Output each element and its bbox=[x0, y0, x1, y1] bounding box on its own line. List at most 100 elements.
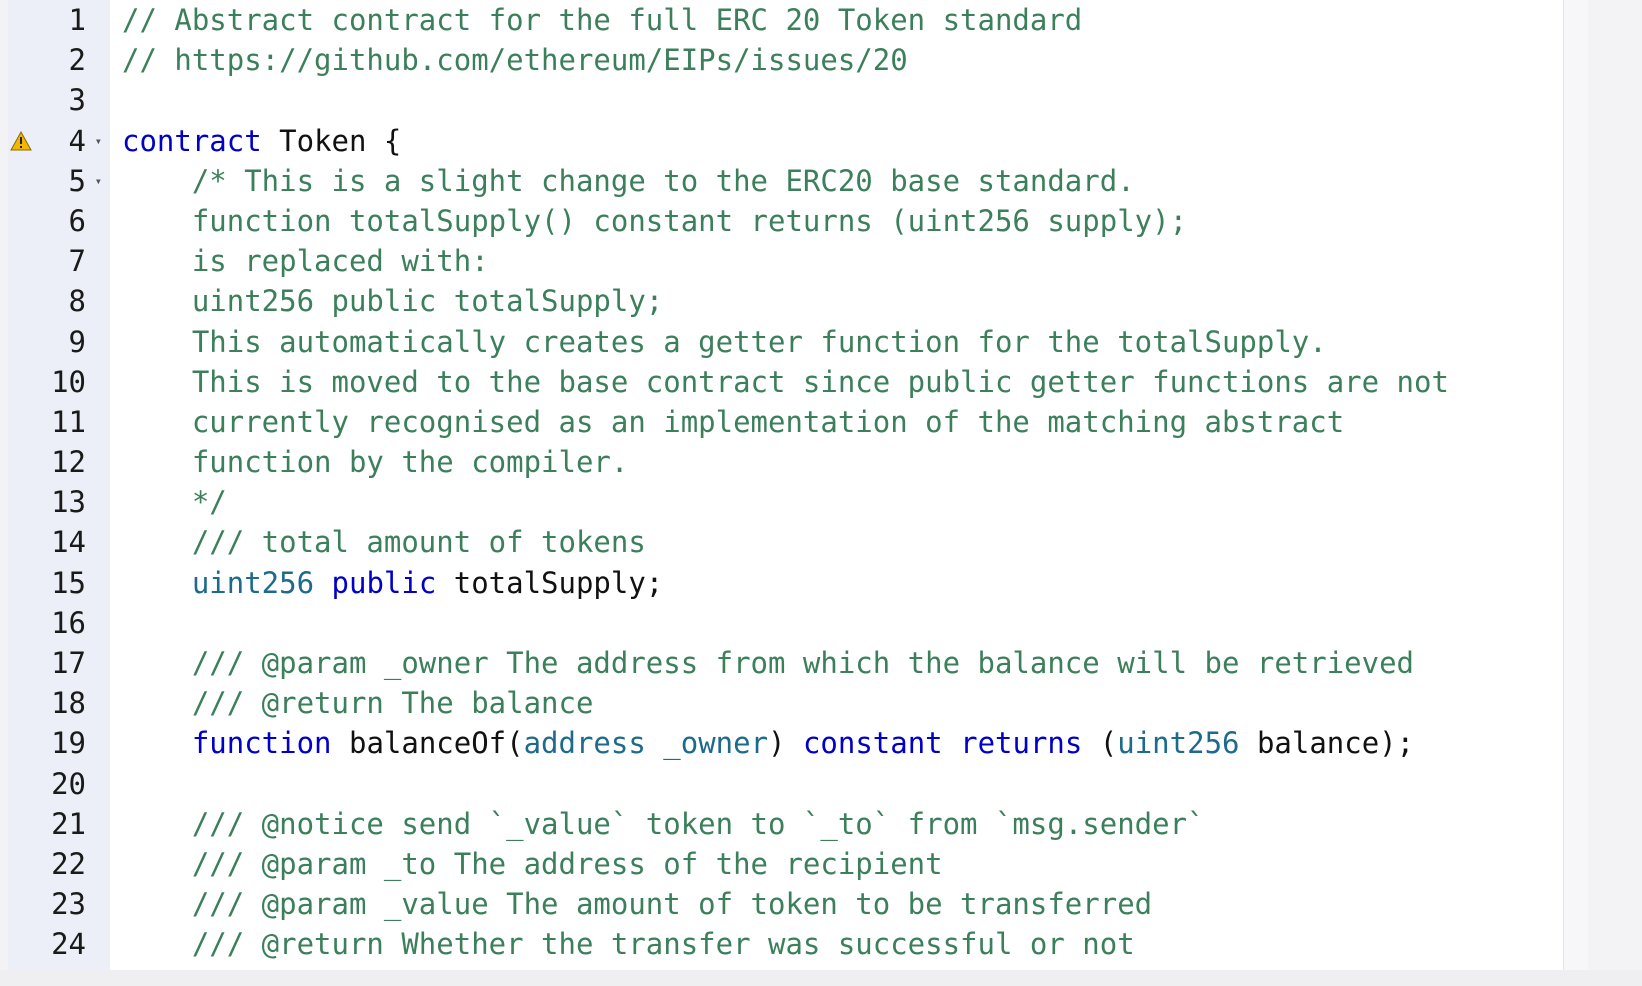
code-token-comment: This is moved to the base contract since… bbox=[122, 364, 1449, 399]
code-token-comment: /// @param _value The amount of token to… bbox=[122, 887, 1153, 922]
code-token-comment: /// @return The balance bbox=[122, 686, 594, 721]
gutter-line: 13 bbox=[8, 482, 110, 522]
gutter-line: 22 bbox=[8, 844, 110, 884]
line-number: 23 bbox=[51, 887, 86, 922]
code-line[interactable]: /// @param _owner The address from which… bbox=[122, 643, 1588, 683]
code-token-text: ) bbox=[768, 726, 803, 761]
line-number: 24 bbox=[51, 927, 86, 962]
code-token-comment: /// @param _to The address of the recipi… bbox=[122, 846, 943, 881]
code-token-text: totalSupply; bbox=[436, 565, 664, 600]
code-line[interactable]: function by the compiler. bbox=[122, 442, 1588, 482]
fold-arrow-icon[interactable]: ▾ bbox=[95, 161, 102, 201]
code-token-comment: uint256 public totalSupply; bbox=[122, 284, 664, 319]
code-line[interactable] bbox=[122, 80, 1588, 120]
line-number: 4 bbox=[68, 123, 86, 158]
code-token-comment: /// total amount of tokens bbox=[122, 525, 646, 560]
warning-triangle-icon[interactable] bbox=[10, 130, 32, 151]
line-number: 15 bbox=[51, 565, 86, 600]
line-number: 2 bbox=[68, 43, 86, 78]
code-line[interactable]: uint256 public totalSupply; bbox=[122, 563, 1588, 603]
line-number: 10 bbox=[51, 364, 86, 399]
gutter-line: 8 bbox=[8, 281, 110, 321]
code-line[interactable]: // https://github.com/ethereum/EIPs/issu… bbox=[122, 40, 1588, 80]
gutter-line: 24 bbox=[8, 924, 110, 964]
gutter-line: 12 bbox=[8, 442, 110, 482]
gutter-line: 21 bbox=[8, 804, 110, 844]
code-token-type: uint256 bbox=[1117, 726, 1240, 761]
gutter-line: 1 bbox=[8, 0, 110, 40]
code-line[interactable]: uint256 public totalSupply; bbox=[122, 281, 1588, 321]
gutter-line: 7 bbox=[8, 241, 110, 281]
code-line[interactable]: contract Token { bbox=[122, 121, 1588, 161]
code-token-text: balance); bbox=[1239, 726, 1415, 761]
code-line[interactable]: function totalSupply() constant returns … bbox=[122, 201, 1588, 241]
line-number: 18 bbox=[51, 686, 86, 721]
gutter-line: 10 bbox=[8, 362, 110, 402]
code-line[interactable]: /// total amount of tokens bbox=[122, 522, 1588, 562]
line-number: 7 bbox=[68, 244, 86, 279]
code-editor[interactable]: 1 2 3 4 ▾ 5 ▾ 6 7 8 9 10 11 12 13 14 15 16 17 18 19 20 21 22 23 2… bbox=[8, 0, 1588, 970]
line-number: 17 bbox=[51, 646, 86, 680]
code-token-comment: // https://github.com/ethereum/EIPs/issu… bbox=[122, 43, 908, 78]
code-line[interactable]: /// @notice send `_value` token to `_to`… bbox=[122, 804, 1588, 844]
code-line[interactable]: // Abstract contract for the full ERC 20… bbox=[122, 0, 1588, 40]
line-number: 13 bbox=[51, 485, 86, 520]
gutter-line: 19 bbox=[8, 723, 110, 763]
code-line[interactable]: is replaced with: bbox=[122, 241, 1588, 281]
gutter-line: 9 bbox=[8, 322, 110, 362]
code-token-text: Token { bbox=[261, 123, 402, 158]
line-number: 11 bbox=[51, 404, 86, 439]
code-token-comment: /// @notice send `_value` token to `_to`… bbox=[122, 806, 1205, 841]
line-number: 6 bbox=[68, 203, 86, 238]
gutter-line: 2 bbox=[8, 40, 110, 80]
line-number: 12 bbox=[51, 445, 86, 480]
code-token-comment: This automatically creates a getter func… bbox=[122, 324, 1327, 359]
code-line[interactable]: function balanceOf(address _owner) const… bbox=[122, 723, 1588, 763]
code-line[interactable]: This is moved to the base contract since… bbox=[122, 362, 1588, 402]
horizontal-scrollbar[interactable] bbox=[0, 970, 1642, 986]
code-line[interactable] bbox=[122, 764, 1588, 804]
code-token-comment: /// @return Whether the transfer was suc… bbox=[122, 927, 1135, 962]
gutter-line: 15 bbox=[8, 563, 110, 603]
code-token-comment: /// @param _owner The address from which… bbox=[122, 646, 1415, 680]
code-token-keyword: public bbox=[331, 565, 437, 600]
code-area[interactable]: // Abstract contract for the full ERC 20… bbox=[110, 0, 1588, 970]
code-token-comment: // Abstract contract for the full ERC 20… bbox=[122, 3, 1083, 37]
code-line[interactable]: */ bbox=[122, 482, 1588, 522]
line-number: 8 bbox=[68, 284, 86, 319]
fold-arrow-icon[interactable]: ▾ bbox=[95, 121, 102, 161]
code-token-keyword: contract bbox=[122, 123, 262, 158]
line-number-gutter[interactable]: 1 2 3 4 ▾ 5 ▾ 6 7 8 9 10 11 12 13 14 15 16 17 18 19 20 21 22 23 2… bbox=[8, 0, 110, 970]
code-token-comment: currently recognised as an implementatio… bbox=[122, 404, 1345, 439]
gutter-line: 18 bbox=[8, 683, 110, 723]
code-token-comment: function totalSupply() constant returns … bbox=[122, 203, 1188, 238]
code-line[interactable]: /// @param _to The address of the recipi… bbox=[122, 844, 1588, 884]
gutter-line: 20 bbox=[8, 764, 110, 804]
gutter-line: 5 ▾ bbox=[8, 161, 110, 201]
code-token-text: ( bbox=[1082, 726, 1118, 761]
code-token-type: address bbox=[523, 726, 646, 761]
code-line[interactable]: /* This is a slight change to the ERC20 … bbox=[122, 161, 1588, 201]
gutter-line: 23 bbox=[8, 884, 110, 924]
code-line[interactable]: currently recognised as an implementatio… bbox=[122, 402, 1588, 442]
code-line[interactable]: /// @return The balance bbox=[122, 683, 1588, 723]
code-line[interactable]: This automatically creates a getter func… bbox=[122, 322, 1588, 362]
line-number: 16 bbox=[51, 605, 86, 640]
code-line[interactable] bbox=[122, 603, 1588, 643]
vertical-scrollbar[interactable] bbox=[1563, 0, 1588, 970]
code-line[interactable]: /// @return Whether the transfer was suc… bbox=[122, 924, 1588, 964]
code-line[interactable]: /// @param _value The amount of token to… bbox=[122, 884, 1588, 924]
gutter-line: 16 bbox=[8, 603, 110, 643]
line-number: 1 bbox=[68, 3, 86, 37]
line-number: 3 bbox=[68, 83, 86, 118]
code-token-comment: /* This is a slight change to the ERC20 … bbox=[122, 163, 1135, 198]
code-token-keyword: function bbox=[191, 726, 332, 761]
code-token-type: uint256 bbox=[191, 565, 315, 600]
gutter-line: 11 bbox=[8, 402, 110, 442]
code-token-text: balanceOf( bbox=[331, 726, 524, 761]
